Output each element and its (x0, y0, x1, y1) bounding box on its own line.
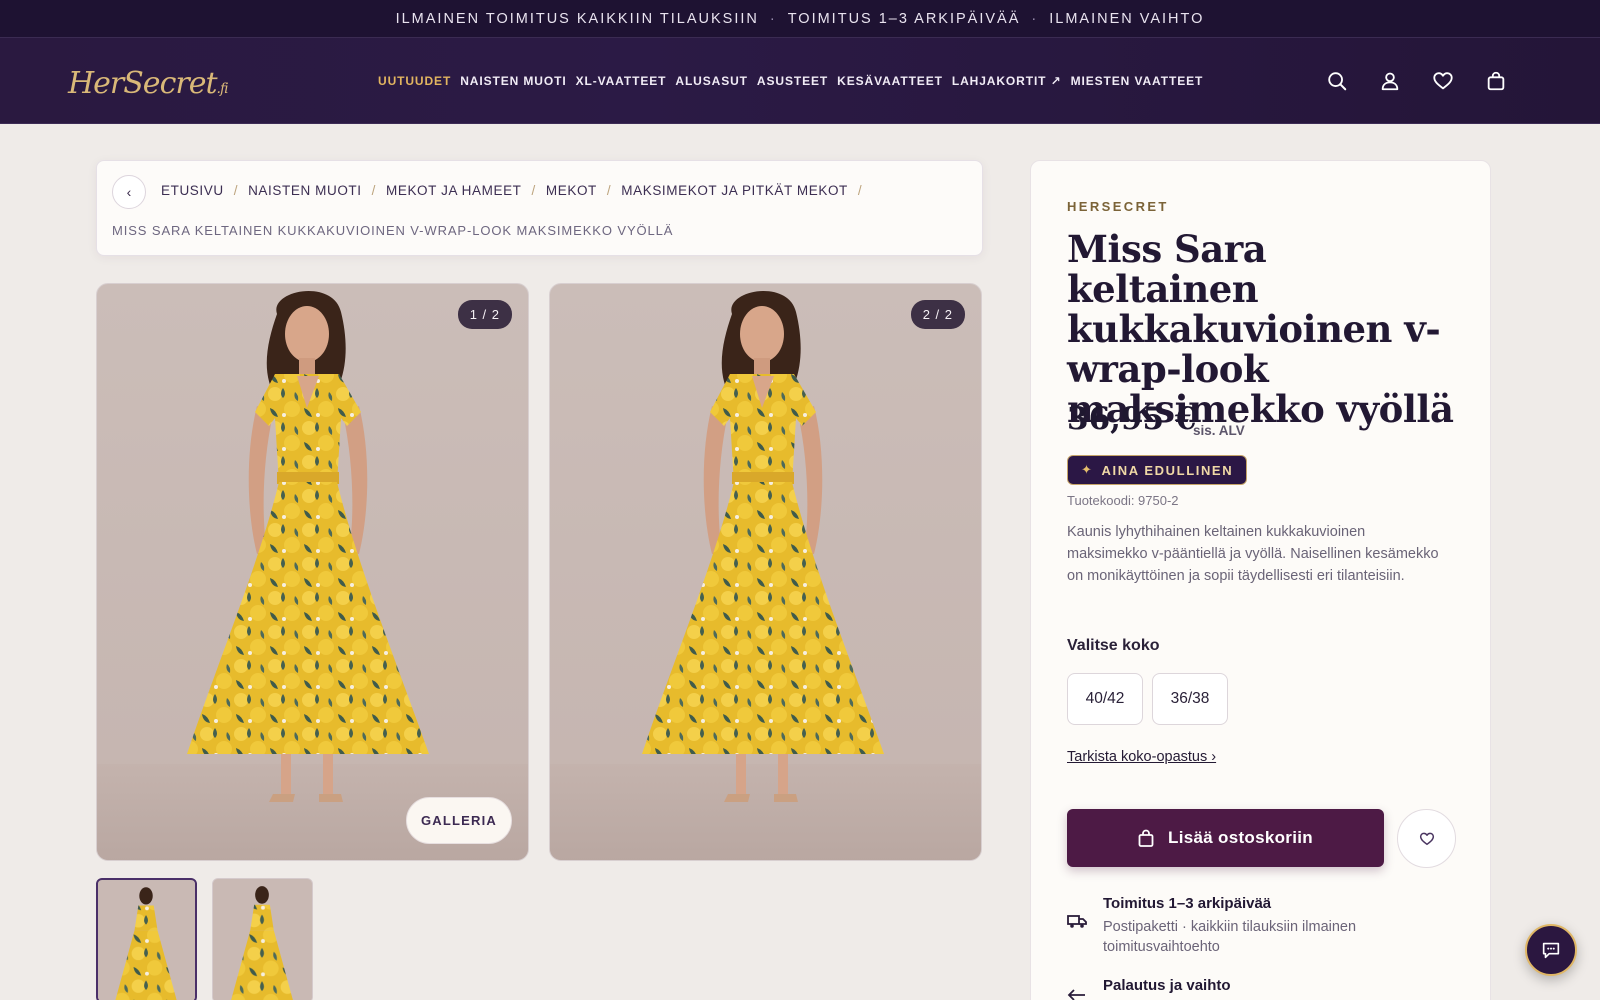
breadcrumb-separator: / (857, 183, 863, 198)
size-label: Valitse koko (1067, 637, 1160, 654)
nav-item-kesavaatteet[interactable]: KESÄVAATTEET (837, 74, 943, 88)
thumbnail-image (213, 879, 312, 1000)
nav-item-uutuudet[interactable]: UUTUUDET (378, 74, 451, 88)
nav-item-asusteet[interactable]: ASUSTEET (757, 74, 828, 88)
thumbnail-image (98, 880, 195, 1000)
bag-icon (1138, 829, 1154, 847)
size-option-40-42[interactable]: 40/42 (1067, 673, 1143, 725)
breadcrumb-separator: / (371, 183, 376, 198)
image-counter: 1 / 2 (457, 300, 512, 329)
nav-item-alusasut[interactable]: ALUSASUT (675, 74, 748, 88)
image-counter: 2 / 2 (910, 300, 965, 329)
breadcrumb-item-mekot-ja-hameet[interactable]: MEKOT JA HAMEET (386, 183, 522, 198)
product-description: Kaunis lyhythihainen keltainen kukkakuvi… (1067, 524, 1439, 584)
logo-wordmark: HerSecret.fi (68, 65, 229, 101)
product-image-1[interactable]: 1 / 2 GALLERIA (96, 283, 529, 861)
site-logo[interactable]: HerSecret.fi (68, 52, 229, 114)
product-image-2[interactable]: 2 / 2 (549, 283, 982, 861)
main-nav: UUTUUDET NAISTEN MUOTI XL-VAATTEET ALUSA… (378, 38, 1203, 124)
breadcrumb: ‹ ETUSIVU / NAISTEN MUOTI / MEKOT JA HAM… (96, 160, 983, 256)
announcement-free-shipping: ILMAINEN TOIMITUS KAIKKIIN TILAUKSIIN (395, 10, 759, 27)
search-icon[interactable] (1325, 69, 1349, 93)
thumbnail-1[interactable] (96, 878, 197, 1000)
product-sku: Tuotekoodi: 9750-2 (1067, 493, 1179, 508)
model-photo (97, 290, 528, 860)
breadcrumb-item-naisten-muoti[interactable]: NAISTEN MUOTI (248, 183, 362, 198)
size-guide-link[interactable]: Tarkista koko-opastus › (1067, 749, 1216, 765)
size-option-36-38[interactable]: 36/38 (1152, 673, 1228, 725)
product-price: 36,95 € (1067, 401, 1197, 437)
breadcrumb-separator: / (531, 183, 536, 198)
breadcrumb-trail: ETUSIVU / NAISTEN MUOTI / MEKOT JA HAMEE… (161, 183, 872, 198)
nav-item-lahjakortit[interactable]: LAHJAKORTIT ↗ (952, 74, 1062, 88)
model-photo (550, 290, 981, 860)
breadcrumb-separator: / (606, 183, 612, 198)
account-icon[interactable] (1378, 69, 1402, 93)
nav-item-xl-vaatteet[interactable]: XL-VAATTEET (576, 74, 667, 88)
shipping-title: Toimitus 1–3 arkipäivää (1103, 895, 1272, 912)
cart-icon[interactable] (1484, 69, 1508, 93)
site-header: HerSecret.fi UUTUUDET NAISTEN MUOTI XL-V… (0, 38, 1600, 124)
announcement-separator: · (1031, 10, 1039, 27)
announcement-bar: ILMAINEN TOIMITUS KAIKKIIN TILAUKSIIN · … (0, 0, 1600, 38)
sparkle-icon: ✦ (1081, 462, 1094, 477)
breadcrumb-item-mekot[interactable]: MEKOT (546, 183, 597, 198)
header-actions (1325, 38, 1508, 124)
breadcrumb-current: MISS SARA KELTAINEN KUKKAKUVIOINEN V-WRA… (112, 223, 674, 238)
back-button[interactable]: ‹ (112, 175, 146, 209)
chat-button[interactable] (1525, 924, 1577, 976)
heart-icon (1419, 832, 1434, 845)
thumbnail-2[interactable] (212, 878, 313, 1000)
add-to-cart-label: Lisää ostoskoriin (1168, 828, 1313, 847)
product-info-panel: HERSECRET Miss Sara keltainen kukkakuvio… (1030, 160, 1491, 1000)
shipping-text: Postipaketti · kaikkiin tilauksiin ilmai… (1103, 919, 1357, 955)
breadcrumb-separator: / (233, 183, 239, 198)
size-options: 40/42 36/38 (1067, 673, 1228, 725)
returns-title: Palautus ja vaihto (1103, 977, 1231, 994)
vat-note: sis. ALV (1193, 423, 1245, 438)
add-to-wishlist-button[interactable] (1397, 809, 1456, 868)
product-title: Miss Sara keltainen kukkakuvioinen v-wra… (1067, 227, 1454, 431)
wishlist-icon[interactable] (1431, 69, 1455, 93)
breadcrumb-item-etusivu[interactable]: ETUSIVU (161, 183, 224, 198)
product-brand[interactable]: HERSECRET (1067, 199, 1169, 214)
nav-item-miesten-vaatteet[interactable]: MIESTEN VAATTEET (1071, 74, 1204, 88)
always-cheap-badge: ✦ AINA EDULLINEN (1067, 455, 1248, 485)
announcement-delivery-time: TOIMITUS 1–3 ARKIPÄIVÄÄ (787, 10, 1021, 27)
add-to-cart-button[interactable]: Lisää ostoskoriin (1067, 809, 1384, 867)
announcement-separator: · (769, 10, 777, 27)
truck-icon (1067, 915, 1087, 928)
return-arrow-icon (1067, 989, 1085, 1000)
nav-item-naisten-muoti[interactable]: NAISTEN MUOTI (460, 74, 566, 88)
badge-label: AINA EDULLINEN (1101, 462, 1234, 478)
chat-icon (1542, 942, 1560, 959)
gallery-button[interactable]: GALLERIA (405, 797, 512, 844)
breadcrumb-item-maksimekot[interactable]: MAKSIMEKOT JA PITKÄT MEKOT (621, 183, 848, 198)
announcement-free-exchange: ILMAINEN VAIHTO (1049, 10, 1205, 27)
